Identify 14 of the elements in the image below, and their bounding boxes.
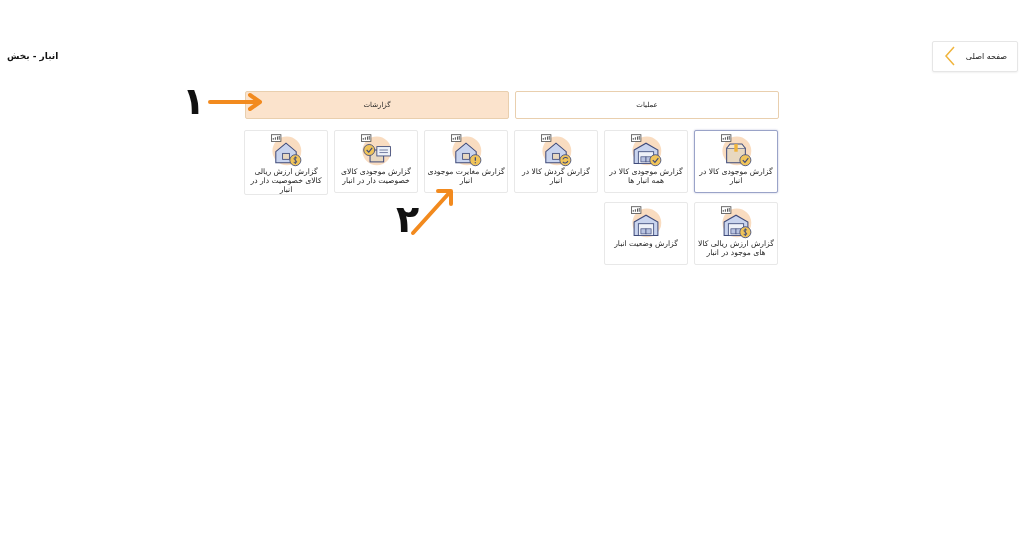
report-icon xyxy=(628,133,664,167)
report-icon xyxy=(628,205,664,239)
chevron-icon xyxy=(943,46,956,66)
report-icon xyxy=(448,133,484,167)
report-icon xyxy=(718,133,754,167)
report-icon xyxy=(718,205,754,239)
report-icon xyxy=(358,133,394,167)
arrow-annotation xyxy=(208,92,264,112)
step-number: ۱ xyxy=(182,82,206,120)
report-icon xyxy=(538,133,574,167)
section-title: انبار - بخش xyxy=(7,51,59,61)
step-number: ۲ xyxy=(396,200,420,238)
report-icon xyxy=(268,133,304,167)
home-button[interactable]: صفحه اصلی xyxy=(932,40,1018,72)
